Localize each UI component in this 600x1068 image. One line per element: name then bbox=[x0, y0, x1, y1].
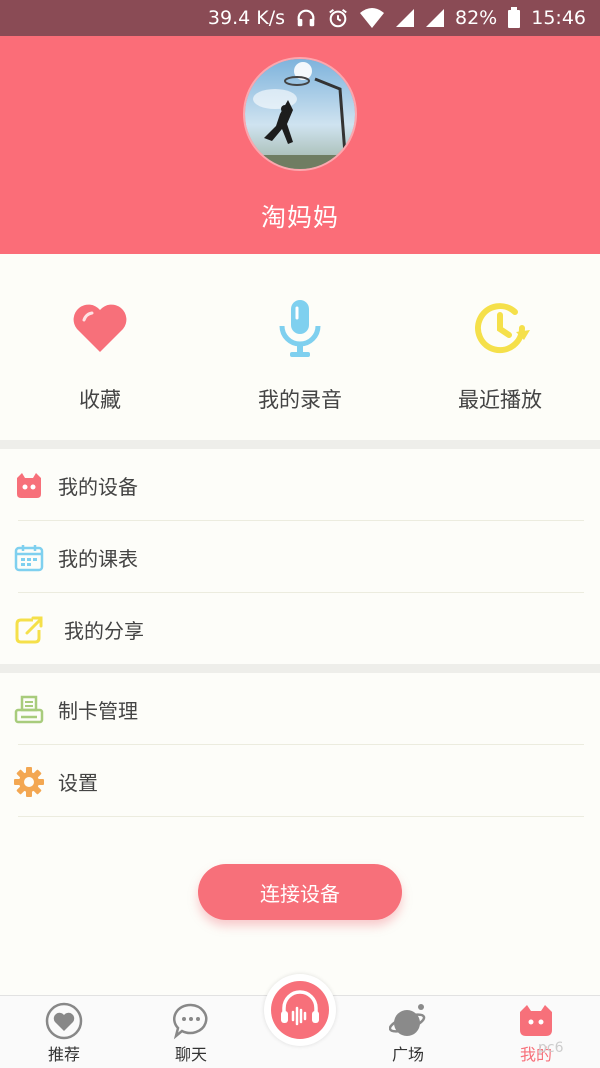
tab-chat[interactable]: 聊天 bbox=[141, 996, 241, 1068]
menu-label: 我的课表 bbox=[58, 547, 138, 571]
headphone-icon bbox=[295, 7, 317, 29]
menu-label: 我的分享 bbox=[64, 619, 144, 643]
signal-icon bbox=[395, 8, 415, 28]
share-icon bbox=[13, 614, 45, 646]
chat-icon bbox=[172, 1002, 210, 1040]
wifi-icon bbox=[359, 7, 385, 29]
record-icon bbox=[270, 980, 330, 1044]
device-icon bbox=[13, 470, 45, 502]
menu-item-card-management[interactable]: 制卡管理 bbox=[0, 673, 600, 745]
clock-icon bbox=[470, 298, 530, 358]
tab-plaza[interactable]: 广场 bbox=[358, 996, 458, 1068]
record-button[interactable] bbox=[264, 974, 336, 1046]
planet-icon bbox=[388, 1002, 427, 1040]
divider bbox=[18, 816, 584, 817]
menu-item-my-schedule[interactable]: 我的课表 bbox=[0, 521, 600, 593]
mine-icon bbox=[517, 1002, 555, 1040]
tab-mine[interactable]: 我的 bbox=[486, 996, 586, 1068]
username: 淘妈妈 bbox=[260, 203, 339, 232]
connect-device-button[interactable]: 连接设备 bbox=[198, 864, 402, 920]
tab-label: 广场 bbox=[391, 1045, 424, 1064]
signal-icon bbox=[425, 8, 445, 28]
favorites-label: 收藏 bbox=[79, 388, 121, 412]
battery-icon bbox=[507, 7, 521, 29]
tab-label: 推荐 bbox=[47, 1045, 80, 1064]
menu-item-my-devices[interactable]: 我的设备 bbox=[0, 449, 600, 521]
battery-percent: 82% bbox=[455, 7, 498, 29]
network-speed: 39.4 K/s bbox=[207, 7, 285, 29]
alarm-icon bbox=[327, 7, 349, 29]
my-recordings-label: 我的录音 bbox=[258, 388, 342, 412]
menu-item-settings[interactable]: 设置 bbox=[0, 745, 600, 817]
recently-played-label: 最近播放 bbox=[458, 388, 542, 412]
section-divider bbox=[0, 440, 600, 449]
tab-label: 聊天 bbox=[174, 1045, 207, 1064]
printer-icon bbox=[13, 694, 45, 726]
menu-label: 设置 bbox=[58, 771, 98, 795]
menu-label: 我的设备 bbox=[58, 475, 138, 499]
heart-icon bbox=[70, 298, 130, 358]
my-recordings-button[interactable]: 我的录音 bbox=[200, 254, 400, 440]
microphone-icon bbox=[270, 298, 330, 358]
avatar[interactable] bbox=[243, 57, 357, 171]
clock-time: 15:46 bbox=[531, 7, 586, 29]
section-divider bbox=[0, 664, 600, 673]
menu-item-my-shares[interactable]: 我的分享 bbox=[0, 593, 600, 665]
status-bar: 39.4 K/s 82% 15:46 bbox=[0, 0, 600, 36]
tab-recommend[interactable]: 推荐 bbox=[14, 996, 114, 1068]
profile-header: 淘妈妈 bbox=[0, 36, 600, 254]
recommend-icon bbox=[45, 1002, 83, 1040]
gear-icon bbox=[13, 766, 45, 798]
recently-played-button[interactable]: 最近播放 bbox=[400, 254, 600, 440]
quick-actions: 收藏 我的录音 最近播放 bbox=[0, 254, 600, 440]
calendar-icon bbox=[13, 542, 45, 574]
tab-label: 我的 bbox=[519, 1045, 552, 1064]
watermark: pc6 bbox=[538, 1040, 564, 1056]
menu-label: 制卡管理 bbox=[58, 699, 138, 723]
favorites-button[interactable]: 收藏 bbox=[0, 254, 200, 440]
